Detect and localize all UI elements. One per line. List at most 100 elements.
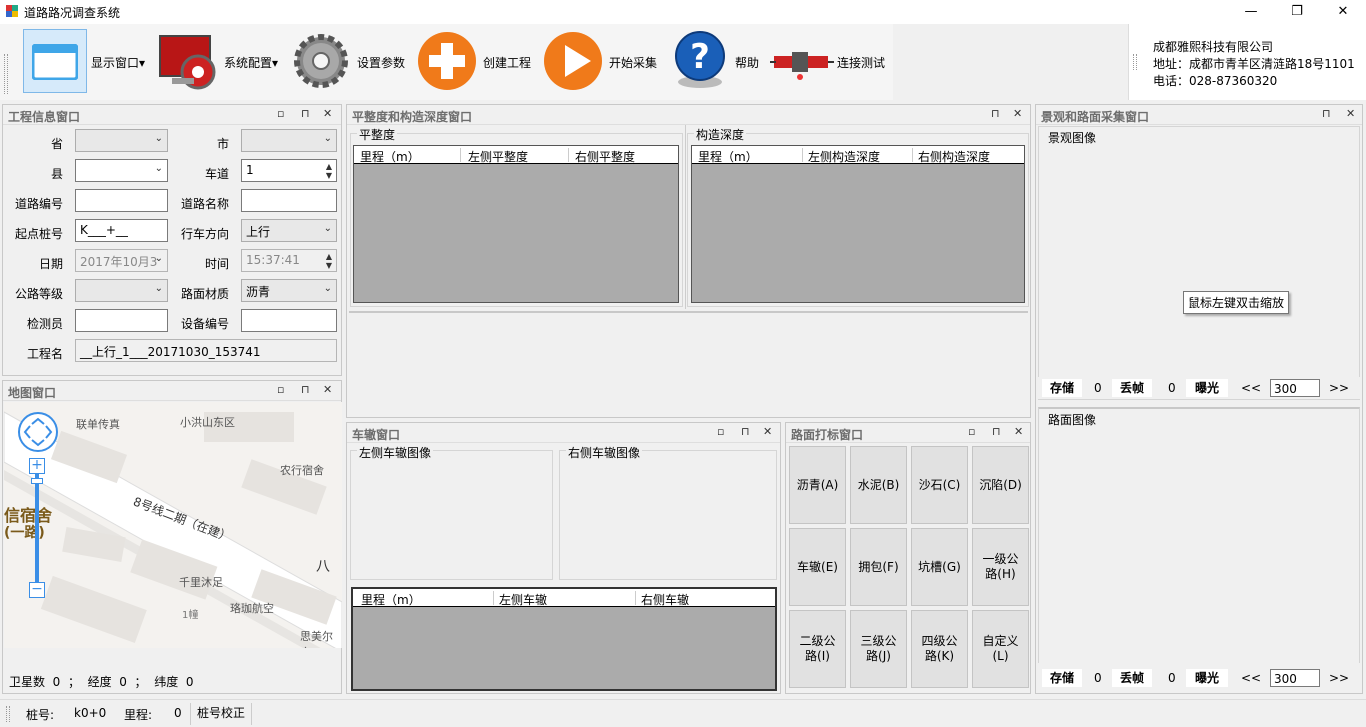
mark-grade1-button[interactable]: 一级公路(H)	[972, 528, 1029, 606]
city-select[interactable]: ⌄	[241, 129, 337, 152]
exposure-input[interactable]: 300	[1270, 379, 1320, 397]
close-icon[interactable]: ✕	[1014, 425, 1023, 438]
county-select[interactable]: ⌄	[75, 159, 168, 182]
start-collect-button[interactable]	[543, 31, 603, 91]
rut-panel-header[interactable]: 车辙窗口 ▫ ⊓ ✕	[347, 423, 780, 443]
column-header[interactable]: 左侧平整度	[468, 148, 528, 165]
image-panel-header[interactable]: 景观和路面采集窗口 ⊓ ✕	[1036, 105, 1362, 125]
inspector-input[interactable]	[75, 309, 168, 332]
map-pan-control[interactable]	[18, 412, 58, 452]
mark-gravel-button[interactable]: 沙石(C)	[911, 446, 968, 524]
toolbar-grip[interactable]	[4, 54, 8, 94]
mark-subsidence-button[interactable]: 沉陷(D)	[972, 446, 1029, 524]
column-header[interactable]: 左侧构造深度	[808, 148, 880, 165]
pin-icon[interactable]: ⊓	[301, 107, 310, 120]
company-name: 成都雅熙科技有限公司	[1153, 40, 1274, 54]
flatness-panel-header[interactable]: 平整度和构造深度窗口 ⊓ ✕	[347, 105, 1030, 125]
exposure-decrease-button[interactable]: <<	[1240, 379, 1262, 397]
time-picker[interactable]: 15:37:41 ▲ ▼	[241, 249, 337, 272]
float-icon[interactable]: ▫	[277, 383, 284, 396]
start-stake-input[interactable]: K___+__	[75, 219, 168, 242]
date-picker[interactable]: 2017年10月3 ⌄	[75, 249, 168, 272]
scene-image-view[interactable]	[1038, 126, 1360, 400]
project-panel-header[interactable]: 工程信息窗口 ▫ ⊓ ✕	[3, 105, 341, 125]
display-window-label[interactable]: 显示窗口▾	[91, 54, 145, 71]
mark-pothole-button[interactable]: 坑槽(G)	[911, 528, 968, 606]
display-window-button[interactable]	[23, 29, 87, 93]
set-params-label[interactable]: 设置参数	[357, 54, 405, 71]
restore-button[interactable]: ❐	[1274, 0, 1320, 24]
mark-concrete-button[interactable]: 水泥(B)	[850, 446, 907, 524]
pin-icon[interactable]: ⊓	[992, 425, 1001, 438]
help-button[interactable]: ?	[672, 30, 728, 92]
spin-arrows-icon[interactable]: ▲ ▼	[326, 162, 332, 180]
system-config-button[interactable]	[158, 30, 218, 92]
project-name-field[interactable]: __上行_1___20171030_153741	[75, 339, 337, 362]
column-header[interactable]: 右侧车辙	[641, 591, 689, 608]
column-header[interactable]: 里程（m）	[361, 591, 421, 608]
exposure-decrease-button[interactable]: <<	[1240, 669, 1262, 687]
exposure-input[interactable]: 300	[1270, 669, 1320, 687]
mark-rut-button[interactable]: 车辙(E)	[789, 528, 846, 606]
province-select[interactable]: ⌄	[75, 129, 168, 152]
depth-table[interactable]: 里程（m） 左侧构造深度 右侧构造深度	[691, 145, 1025, 303]
lane-stepper[interactable]: 1 ▲ ▼	[241, 159, 337, 182]
system-config-label[interactable]: 系统配置▾	[224, 54, 278, 71]
road-image-view[interactable]	[1038, 407, 1360, 663]
road-name-input[interactable]	[241, 189, 337, 212]
connection-test-button[interactable]	[770, 42, 834, 82]
mark-grade2-button[interactable]: 二级公路(I)	[789, 610, 846, 688]
close-icon[interactable]: ✕	[763, 425, 772, 438]
surface-select[interactable]: 沥青 ⌄	[241, 279, 337, 302]
close-icon[interactable]: ✕	[323, 107, 332, 120]
flatness-panel-title: 平整度和构造深度窗口	[352, 110, 473, 124]
create-project-label[interactable]: 创建工程	[483, 54, 531, 71]
help-label[interactable]: 帮助	[735, 54, 759, 71]
connection-test-label[interactable]: 连接测试	[837, 54, 885, 71]
close-icon[interactable]: ✕	[1346, 107, 1355, 120]
right-rut-image[interactable]	[559, 450, 777, 580]
zoom-in-button[interactable]: +	[29, 458, 45, 474]
close-button[interactable]: ✕	[1320, 0, 1366, 24]
column-header[interactable]: 右侧构造深度	[918, 148, 990, 165]
create-project-button[interactable]	[417, 31, 477, 91]
map-view[interactable]: 联单传真 小洪山东区 农行宿舍 8号线二期（在建） 千里沐足 珞珈航空 1幢 思…	[4, 402, 342, 648]
float-icon[interactable]: ▫	[277, 107, 284, 120]
left-rut-image[interactable]	[350, 450, 553, 580]
map-panel-header[interactable]: 地图窗口 ▫ ⊓ ✕	[3, 381, 341, 401]
road-mark-panel-header[interactable]: 路面打标窗口 ▫ ⊓ ✕	[786, 423, 1030, 443]
float-icon[interactable]: ▫	[968, 425, 975, 438]
direction-select[interactable]: 上行 ⌄	[241, 219, 337, 242]
flatness-table[interactable]: 里程（m） 左侧平整度 右侧平整度	[353, 145, 679, 303]
minimize-button[interactable]: —	[1228, 0, 1274, 24]
pin-icon[interactable]: ⊓	[1322, 107, 1331, 120]
mark-grade4-button[interactable]: 四级公路(K)	[911, 610, 968, 688]
column-header[interactable]: 里程（m）	[698, 148, 758, 165]
spin-arrows-icon[interactable]: ▲ ▼	[326, 252, 332, 270]
set-params-button[interactable]	[290, 30, 352, 92]
pin-icon[interactable]: ⊓	[301, 383, 310, 396]
close-icon[interactable]: ✕	[323, 383, 332, 396]
column-header[interactable]: 里程（m）	[360, 148, 420, 165]
mark-grade3-button[interactable]: 三级公路(J)	[850, 610, 907, 688]
exposure-increase-button[interactable]: >>	[1328, 669, 1350, 687]
pin-icon[interactable]: ⊓	[741, 425, 750, 438]
zoom-out-button[interactable]: −	[29, 582, 45, 598]
mark-asphalt-button[interactable]: 沥青(A)	[789, 446, 846, 524]
close-icon[interactable]: ✕	[1013, 107, 1022, 120]
road-grade-select[interactable]: ⌄	[75, 279, 168, 302]
mark-bulge-button[interactable]: 拥包(F)	[850, 528, 907, 606]
rut-table[interactable]: 里程（m） 左侧车辙 右侧车辙	[351, 587, 777, 691]
exposure-increase-button[interactable]: >>	[1328, 379, 1350, 397]
stake-correct-button[interactable]: 桩号校正	[190, 703, 253, 725]
pin-icon[interactable]: ⊓	[991, 107, 1000, 120]
start-collect-label[interactable]: 开始采集	[609, 54, 657, 71]
zoom-slider-track[interactable]	[35, 474, 39, 582]
float-icon[interactable]: ▫	[717, 425, 724, 438]
mark-custom-button[interactable]: 自定义(L)	[972, 610, 1029, 688]
column-header[interactable]: 右侧平整度	[575, 148, 635, 165]
zoom-slider-handle[interactable]	[31, 478, 43, 484]
device-no-input[interactable]	[241, 309, 337, 332]
road-no-input[interactable]	[75, 189, 168, 212]
column-header[interactable]: 左侧车辙	[499, 591, 547, 608]
